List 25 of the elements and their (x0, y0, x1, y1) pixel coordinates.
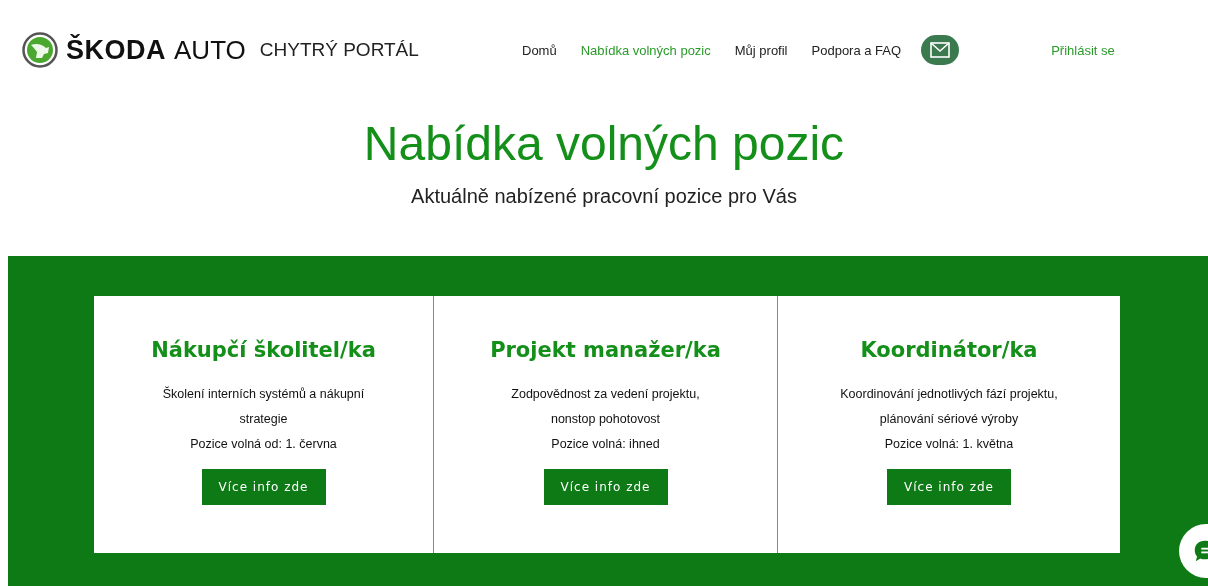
position-title: Projekt manažer/ka (490, 338, 721, 362)
nav-link[interactable]: Můj profil (734, 42, 788, 58)
position-description: Školení interních systémů a nákupní strategie (161, 385, 366, 428)
mail-button[interactable] (921, 35, 960, 65)
nav-link[interactable]: Nabídka volných pozic (580, 42, 711, 58)
logo-icon (22, 32, 58, 68)
position-availability: Pozice volná: ihned (551, 436, 660, 453)
nav-link[interactable]: Podpora a FAQ (811, 42, 902, 58)
position-description: Zodpovědnost za vedení projektu, nonstop pohotovost (510, 386, 701, 428)
position-title: Koordinátor/ka (860, 338, 1038, 362)
nav-link[interactable]: Domů (522, 42, 557, 58)
position-availability: Pozice volná: 1. května (884, 436, 1014, 453)
brand-name: ŠKODA (66, 34, 166, 66)
position-title: Nákupčí školitel/ka (151, 338, 376, 362)
position-availability: Pozice volná od: 1. června (190, 436, 337, 453)
page-title: Nabídka volných pozic (362, 118, 846, 171)
more-info-button[interactable]: Více info zde (887, 469, 1011, 505)
login-link[interactable]: Přihlásit se (1051, 42, 1115, 58)
portal-name: CHYTRÝ PORTÁL (259, 39, 419, 61)
position-description: Koordinování jednotlivých fází projektu, plánování sériové výroby (839, 386, 1059, 428)
more-info-button[interactable]: Více info zde (543, 469, 668, 505)
mail-icon (930, 42, 951, 58)
more-info-button[interactable]: Více info zde (201, 469, 326, 505)
page-subtitle: Aktuálně nabízené pracovní pozice pro Vás (410, 184, 798, 208)
brand-suffix: AUTO (174, 34, 246, 66)
